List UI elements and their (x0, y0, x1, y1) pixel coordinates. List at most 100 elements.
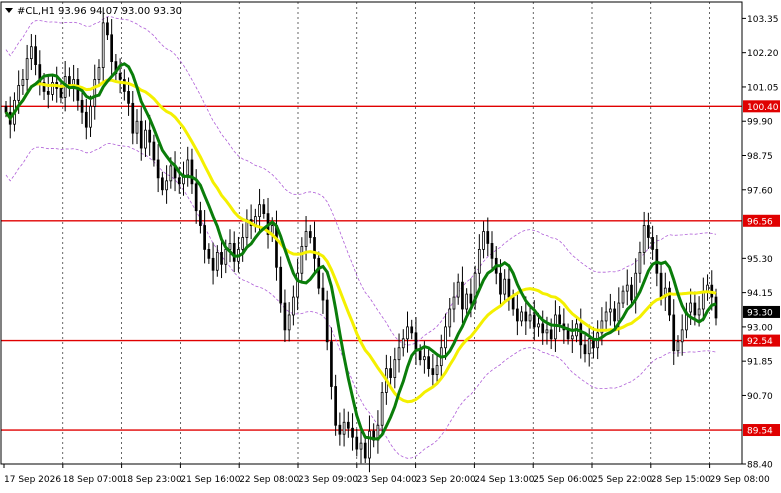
candle-body (659, 272, 663, 298)
candle-body (630, 284, 633, 301)
x-tick-label: 18 Sep 07:00 (63, 475, 123, 485)
candle-body (604, 311, 608, 322)
candle-body (148, 129, 152, 143)
candle-body (313, 237, 316, 259)
candle-body (368, 430, 371, 459)
candle-body (224, 248, 228, 265)
candle-body (427, 356, 430, 370)
level-price-label: 89.54 (747, 427, 773, 437)
triangle-down-icon[interactable] (5, 8, 13, 13)
y-tick-label: 95.30 (747, 255, 773, 265)
candle-body (106, 22, 109, 36)
candle-body (46, 91, 50, 95)
x-tick-label: 18 Sep 23:00 (122, 475, 182, 485)
x-tick-label: 17 Sep 2026 (4, 475, 61, 485)
candle-body (89, 105, 92, 128)
candle-body (583, 344, 587, 355)
x-tick-label: 25 Sep 06:00 (533, 475, 593, 485)
y-tick-label: 103.35 (747, 15, 779, 25)
candle-body (317, 257, 321, 289)
candle-body (397, 347, 401, 361)
candle-body (351, 427, 354, 438)
candle-body (355, 436, 359, 450)
candle-body (144, 129, 147, 149)
candle-body (461, 281, 464, 310)
candle-body (283, 302, 287, 331)
candle-body (199, 210, 202, 226)
candle-body (389, 368, 392, 378)
price-chart[interactable]: 103.35 102.20 101.05 99.90 98.75 97.60 95.30 94… (0, 0, 781, 489)
y-tick-label: 98.75 (747, 152, 773, 162)
chart-canvas[interactable]: 103.35 102.20 101.05 99.90 98.75 97.60 95.30 94… (0, 0, 781, 489)
ohlc-values: 93.96 94.07 93.00 93.30 (58, 6, 182, 17)
candle-body (300, 246, 304, 274)
candle-body (444, 326, 447, 349)
candle-body (418, 350, 422, 361)
candle-body (545, 329, 549, 334)
candle-body (279, 266, 283, 304)
candle-body (423, 356, 426, 361)
candle-body (465, 293, 469, 310)
x-tick-label: 28 Sep 15:00 (651, 475, 711, 485)
y-tick-label: 102.20 (747, 49, 779, 59)
price-axis[interactable]: 103.35 102.20 101.05 99.90 98.75 97.60 95.30 94… (742, 15, 780, 471)
candle-body (84, 111, 88, 128)
candle-body (190, 159, 194, 185)
candle-body (613, 308, 616, 322)
candle-body (503, 278, 507, 295)
candle-body (477, 248, 481, 274)
current-price-label: 93.30 (747, 308, 773, 318)
level-price-label: 100.40 (747, 103, 779, 113)
candle-body (456, 281, 460, 298)
y-tick-label: 99.90 (747, 118, 773, 128)
envelope-upper (5, 16, 717, 346)
candle-body (579, 323, 583, 346)
candle-body (566, 329, 570, 340)
candle-body (507, 278, 511, 298)
candle-body (516, 308, 519, 322)
candle-body (689, 302, 692, 313)
candle-body (59, 88, 63, 98)
candle-body (625, 284, 629, 292)
x-tick-label: 25 Sep 22:00 (592, 475, 652, 485)
candle-body (676, 341, 680, 352)
candle-body (80, 99, 84, 113)
candle-body (97, 67, 101, 80)
candle-body (25, 58, 29, 80)
time-axis[interactable]: 17 Sep 2026 18 Sep 07:0018 Sep 23:0021 Se… (3, 464, 770, 485)
candle-body (275, 225, 278, 268)
candle-body (558, 314, 561, 325)
candle-body (334, 386, 337, 426)
moving-averages (4, 62, 717, 441)
candle-body (287, 314, 291, 331)
candle-body (194, 183, 198, 212)
y-tick-label: 93.00 (747, 323, 773, 333)
candle-body (101, 22, 105, 68)
candle-body (651, 237, 654, 250)
candle-body (342, 421, 346, 435)
x-tick-label: 21 Sep 16:00 (180, 475, 240, 485)
candle-body (528, 314, 532, 322)
candle-body (308, 231, 312, 238)
candle-body (152, 141, 156, 161)
candle-body (549, 329, 553, 340)
x-tick-label: 24 Sep 13:00 (474, 475, 534, 485)
candle-body (435, 365, 439, 375)
candle-body (165, 180, 168, 191)
candle-body (697, 308, 701, 316)
candle-body (647, 225, 650, 238)
candle-body (680, 329, 684, 343)
x-tick-label: 29 Sep 08:00 (710, 475, 770, 485)
candle-body (21, 79, 25, 86)
candle-body (452, 296, 456, 310)
candle-body (570, 335, 574, 340)
symbol-label: #CL,H1 (17, 6, 55, 17)
candle-body (118, 73, 122, 80)
candle-body (587, 338, 591, 355)
candle-body (380, 392, 384, 426)
candle-body (621, 290, 625, 304)
candle-body (359, 442, 363, 450)
candle-body (482, 231, 485, 250)
candle-body (701, 290, 705, 310)
candle-body (431, 368, 435, 375)
